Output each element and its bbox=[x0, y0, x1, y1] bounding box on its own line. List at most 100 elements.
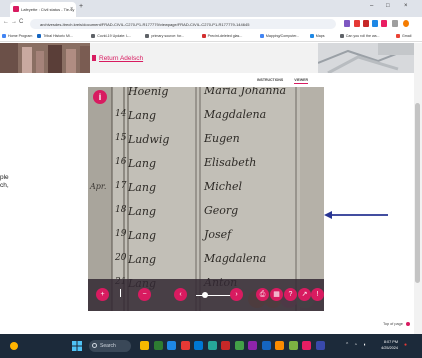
bookmark-favicon-icon bbox=[201, 34, 206, 38]
taskbar-app-icon[interactable] bbox=[221, 341, 230, 350]
register-number: 14 bbox=[115, 109, 127, 119]
extension-icon[interactable] bbox=[372, 20, 378, 27]
back-to-top-button[interactable]: Top of page bbox=[383, 322, 410, 326]
share-button[interactable]: ↗ bbox=[298, 288, 311, 301]
wifi-icon[interactable]: ◔ bbox=[354, 342, 357, 348]
taskbar: Search ⌃ ◔ ◖ 8:07 PM 4/25/2024 ● bbox=[0, 334, 422, 358]
archive-page: Return Adelsch INSTRUCTIONS VIEWER ple c… bbox=[0, 43, 422, 334]
next-page-button[interactable]: › bbox=[230, 288, 243, 301]
back-button[interactable]: ← bbox=[3, 19, 9, 25]
divider bbox=[120, 289, 121, 297]
banner-thumbnail bbox=[0, 43, 90, 73]
bookmark-item[interactable]: Home Program bbox=[2, 34, 32, 38]
close-tab-icon[interactable]: × bbox=[70, 6, 73, 12]
taskbar-app-icon[interactable] bbox=[261, 341, 271, 350]
taskbar-app-icon[interactable] bbox=[234, 341, 244, 350]
bookmark-item[interactable]: Tribal Historic Mi... bbox=[37, 34, 73, 38]
bookmark-item[interactable]: Gmail bbox=[396, 34, 411, 38]
tab-civil-status[interactable]: Lafeyette : Civil status - Tie-sy × bbox=[10, 2, 76, 17]
extension-icon[interactable] bbox=[363, 20, 369, 27]
bookmark-item[interactable]: Mapping/Computer... bbox=[259, 34, 299, 38]
bookmark-favicon-icon bbox=[91, 34, 96, 38]
register-given-name: Eugen bbox=[204, 132, 240, 145]
grid-view-button[interactable]: ▦ bbox=[270, 288, 283, 301]
register-surname: Lang bbox=[128, 205, 156, 218]
search-placeholder: Search bbox=[100, 343, 116, 349]
print-button[interactable]: ⎙ bbox=[256, 288, 269, 301]
bookmark-favicon-icon bbox=[37, 34, 42, 38]
cropped-line: ple bbox=[0, 174, 9, 181]
profile-avatar[interactable] bbox=[403, 20, 409, 27]
register-given-name: Josef bbox=[204, 228, 232, 241]
extension-icon[interactable] bbox=[381, 20, 387, 27]
return-link[interactable]: Return Adelsch bbox=[92, 55, 143, 62]
register-surname: Lang bbox=[128, 253, 156, 266]
reload-button[interactable]: C bbox=[19, 19, 23, 25]
new-tab-button[interactable]: + bbox=[79, 3, 83, 10]
register-number: 18 bbox=[115, 205, 127, 215]
taskbar-app-icon[interactable] bbox=[248, 341, 257, 350]
bookmark-favicon-icon bbox=[259, 34, 264, 38]
volume-icon[interactable]: ◖ bbox=[363, 342, 366, 348]
taskbar-app-icon[interactable] bbox=[207, 341, 217, 350]
taskbar-app-icon[interactable] bbox=[302, 341, 311, 350]
bookmark-label: Gmail bbox=[402, 34, 412, 38]
taskbar-app-icon[interactable] bbox=[288, 341, 298, 350]
page-slider-handle[interactable] bbox=[202, 292, 208, 298]
register-given-name: Maria Johanna bbox=[204, 87, 287, 97]
bookmark-favicon-icon bbox=[145, 34, 150, 38]
clock[interactable]: 8:07 PM 4/25/2024 bbox=[374, 339, 398, 351]
extension-icon[interactable] bbox=[354, 20, 360, 27]
clock-date: 4/25/2024 bbox=[381, 346, 398, 350]
start-icon[interactable] bbox=[72, 341, 82, 351]
register-number: 17 bbox=[115, 181, 127, 191]
bookmark-item[interactable]: Maps bbox=[309, 34, 325, 38]
taskbar-app-icon[interactable] bbox=[275, 341, 284, 350]
taskbar-app-icon[interactable] bbox=[153, 341, 163, 350]
register-surname: Lang bbox=[128, 157, 156, 170]
search-icon bbox=[92, 343, 97, 348]
report-button[interactable]: ! bbox=[311, 288, 324, 301]
bookmark-item[interactable]: Precint-deleted glas... bbox=[201, 34, 242, 38]
bookmark-item[interactable]: primary source: for... bbox=[145, 34, 184, 38]
taskbar-app-icon[interactable] bbox=[140, 341, 149, 350]
extensions-puzzle-icon[interactable] bbox=[392, 20, 398, 27]
return-link-label: Return Adelsch bbox=[99, 55, 144, 62]
tab-viewer[interactable]: VIEWER bbox=[294, 78, 309, 84]
register-surname: Lang bbox=[128, 229, 156, 242]
info-button[interactable]: i bbox=[93, 90, 107, 104]
notification-icon[interactable]: ● bbox=[404, 342, 407, 348]
taskbar-app-icon[interactable] bbox=[315, 341, 325, 350]
forward-button[interactable]: → bbox=[11, 19, 17, 25]
previous-page-button[interactable]: ‹ bbox=[174, 288, 187, 301]
zoom-out-button[interactable]: − bbox=[138, 288, 151, 301]
help-button[interactable]: ? bbox=[284, 288, 297, 301]
maximize-button[interactable]: □ bbox=[386, 3, 390, 9]
tab-title: Lafeyette : Civil status - Tie-sy bbox=[21, 7, 75, 12]
register-given-name: Elisabeth bbox=[204, 156, 257, 169]
tray-chevron-icon[interactable]: ⌃ bbox=[345, 342, 349, 348]
url-field[interactable]: archivesdes-ltrech.kreis/document/FRAD-C… bbox=[30, 19, 336, 29]
scrollbar-thumb[interactable] bbox=[415, 103, 420, 283]
register-number: 15 bbox=[115, 133, 127, 143]
register-date: Apr. bbox=[90, 182, 107, 191]
register-number: 19 bbox=[115, 229, 127, 239]
taskbar-app-icon[interactable] bbox=[180, 341, 190, 350]
taskbar-app-icon[interactable] bbox=[194, 341, 203, 350]
extension-icon[interactable] bbox=[344, 20, 350, 27]
window-close-button[interactable]: × bbox=[404, 3, 408, 9]
document-viewer[interactable]: Hoenig Maria Johanna 14 Lang Magdalena 15 Ludw… bbox=[88, 87, 324, 311]
tab-instructions[interactable]: INSTRUCTIONS bbox=[257, 78, 283, 82]
page-scrollbar[interactable] bbox=[414, 43, 422, 334]
bookmark-label: Home Program bbox=[8, 34, 33, 38]
zoom-in-button[interactable]: + bbox=[96, 288, 109, 301]
weather-icon[interactable] bbox=[8, 340, 20, 352]
bookmark-icon bbox=[92, 55, 96, 61]
banner-map-thumbnail bbox=[318, 43, 414, 73]
taskbar-search[interactable]: Search bbox=[89, 340, 131, 352]
bookmark-favicon-icon bbox=[309, 34, 314, 38]
taskbar-app-icon[interactable] bbox=[167, 341, 176, 350]
bookmark-item[interactable]: Covid-19 Update: L... bbox=[91, 34, 131, 38]
bookmark-item[interactable]: Can you roll the wa... bbox=[339, 34, 380, 38]
minimize-button[interactable]: – bbox=[370, 3, 373, 9]
